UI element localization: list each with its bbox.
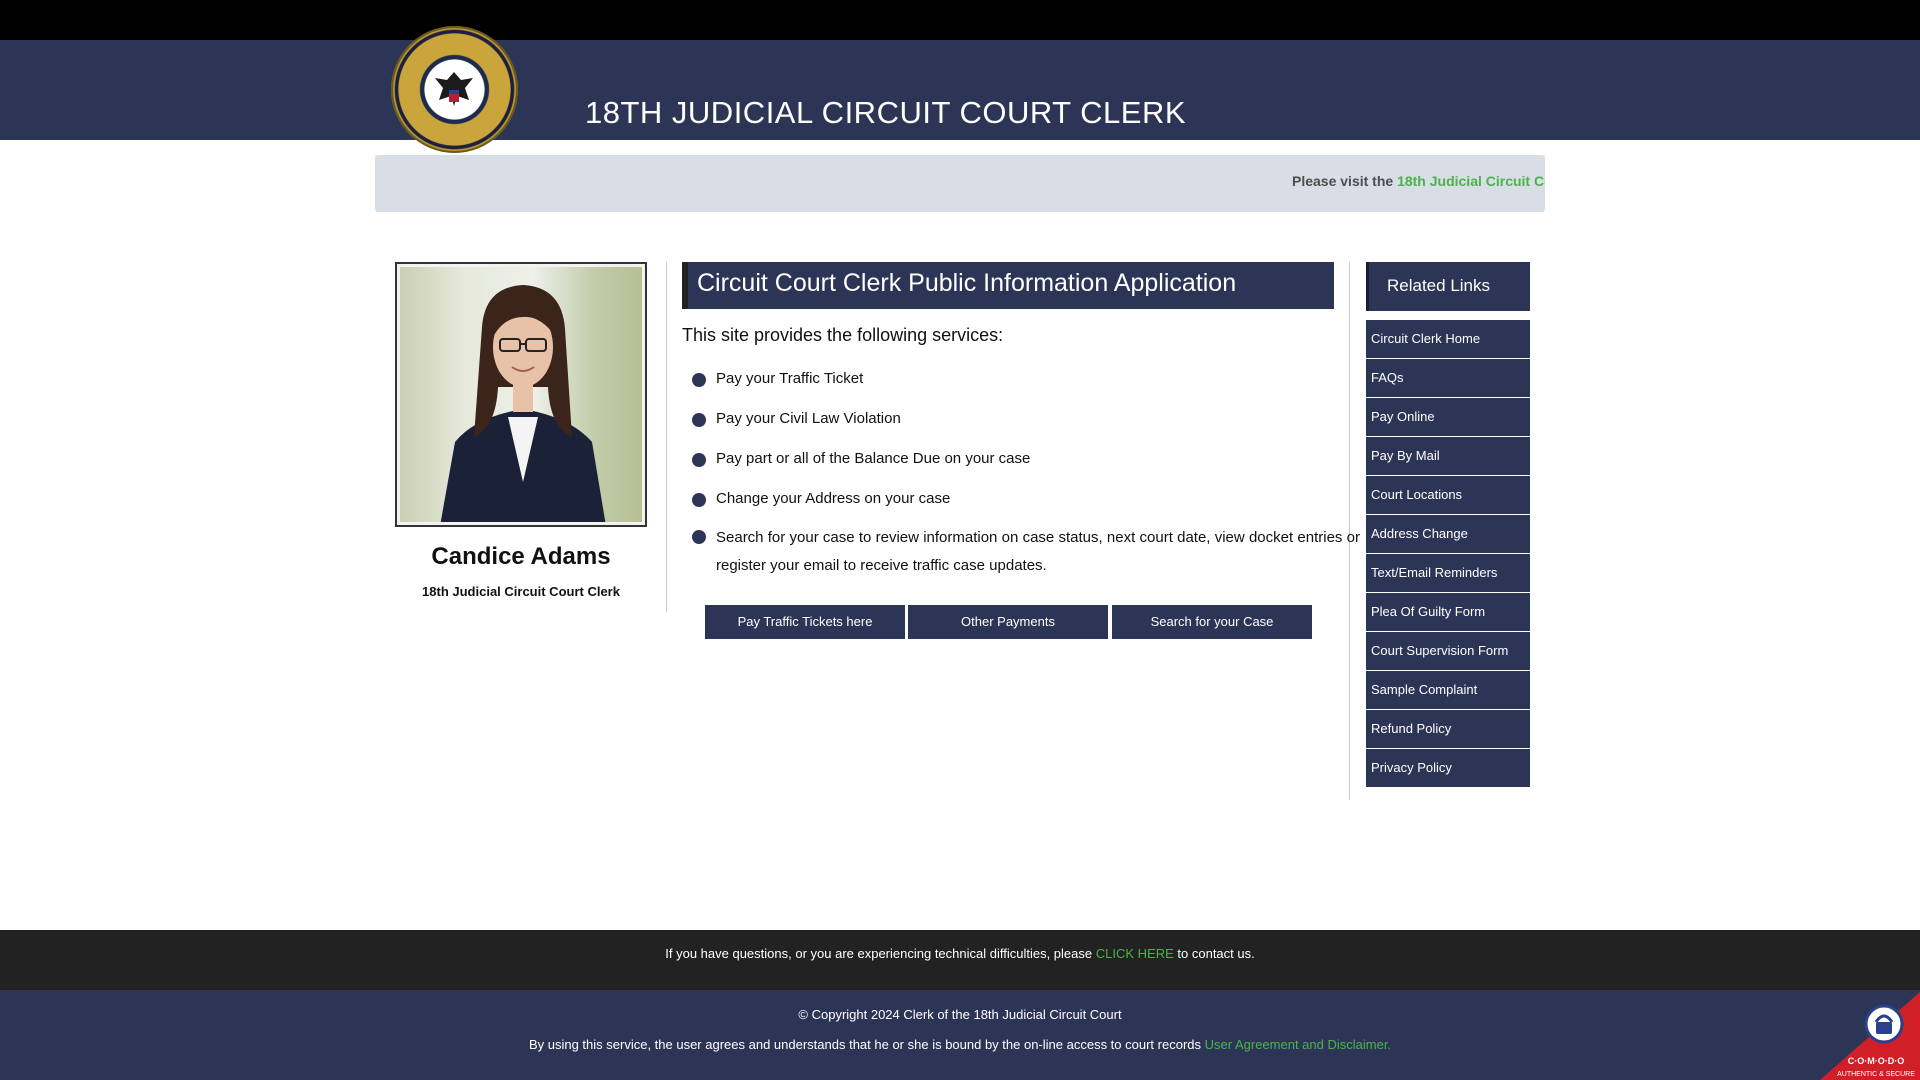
bullet-icon (692, 373, 706, 387)
service-label: Search for your case to review informati… (716, 529, 1360, 574)
bullet-icon (692, 493, 706, 507)
comodo-wordmark: C·O·M·O·D·O (1848, 1056, 1904, 1066)
page-title: Circuit Court Clerk Public Information A… (682, 262, 1334, 309)
bullet-icon (692, 530, 706, 544)
related-links-heading: Related Links (1366, 262, 1530, 311)
related-link-refund-policy[interactable]: Refund Policy (1366, 710, 1530, 748)
column-divider-left (666, 262, 667, 612)
services-intro: This site provides the following service… (682, 325, 1004, 345)
related-link-pay-online[interactable]: Pay Online (1366, 398, 1530, 436)
comodo-badge-icon[interactable]: C·O·M·O·D·O AUTHENTIC & SECURE (1820, 992, 1920, 1080)
agreement-text: By using this service, the user agrees a… (0, 1037, 1920, 1052)
bullet-icon (692, 453, 706, 467)
service-label: Pay part or all of the Balance Due on yo… (716, 450, 1031, 467)
notice-prefix: Please visit the (1292, 173, 1394, 189)
contact-footer: If you have questions, or you are experi… (0, 930, 1920, 990)
bullet-icon (692, 413, 706, 427)
related-link-court-locations[interactable]: Court Locations (1366, 476, 1530, 514)
comodo-seal-icon: C·O·M·O·D·O AUTHENTIC & SECURE (1820, 992, 1920, 1080)
copyright-text: © Copyright 2024 Clerk of the 18th Judic… (798, 1007, 1122, 1022)
search-case-button[interactable]: Search for your Case (1112, 605, 1312, 639)
top-black-bar (0, 0, 1920, 40)
related-link-sample-complaint[interactable]: Sample Complaint (1366, 671, 1530, 709)
notice-text: Please visit the 18th Judicial Circuit C… (1292, 173, 1545, 189)
service-label: Pay your Traffic Ticket (716, 370, 864, 387)
comodo-subtext: AUTHENTIC & SECURE (1837, 1071, 1915, 1078)
contact-link[interactable]: CLICK HERE (1096, 946, 1174, 961)
eagle-icon (435, 72, 473, 106)
service-label: Pay your Civil Law Violation (716, 410, 901, 427)
related-link-privacy-policy[interactable]: Privacy Policy (1366, 749, 1530, 787)
clerk-photo (400, 267, 642, 522)
service-label: Change your Address on your case (716, 490, 951, 507)
county-seal-icon[interactable] (391, 26, 518, 153)
related-link-plea-of-guilty-form[interactable]: Plea Of Guilty Form (1366, 593, 1530, 631)
agreement-prefix: By using this service, the user agrees a… (528, 1037, 1201, 1052)
related-link-text-email-reminders[interactable]: Text/Email Reminders (1366, 554, 1530, 592)
clerk-title: 18th Judicial Circuit Court Clerk (422, 584, 620, 599)
clerk-name: Candice Adams (431, 543, 611, 570)
pay-traffic-tickets-button[interactable]: Pay Traffic Tickets here (705, 605, 905, 639)
related-link-faqs[interactable]: FAQs (1366, 359, 1530, 397)
clerk-portrait-icon (440, 285, 606, 522)
related-link-circuit-clerk-home[interactable]: Circuit Clerk Home (1366, 320, 1530, 358)
other-payments-button[interactable]: Other Payments (908, 605, 1108, 639)
related-link-court-supervision-form[interactable]: Court Supervision Form (1366, 632, 1530, 670)
agreement-link[interactable]: User Agreement and Disclaimer. (1205, 1037, 1391, 1052)
contact-prefix: If you have questions, or you are experi… (665, 946, 1093, 961)
related-link-address-change[interactable]: Address Change (1366, 515, 1530, 553)
site-header: 18TH JUDICIAL CIRCUIT COURT CLERK DUPAGE… (0, 40, 1920, 167)
contact-suffix: to contact us. (1177, 946, 1255, 961)
clerk-photo-frame (395, 262, 647, 527)
notice-link[interactable]: 18th Judicial Circuit Co (1397, 173, 1545, 189)
notice-banner: Please visit the 18th Judicial Circuit C… (375, 155, 1545, 212)
related-link-pay-by-mail[interactable]: Pay By Mail (1366, 437, 1530, 475)
site-title: 18TH JUDICIAL CIRCUIT COURT CLERK (585, 95, 1187, 130)
legal-footer: © Copyright 2024 Clerk of the 18th Judic… (0, 990, 1920, 1080)
